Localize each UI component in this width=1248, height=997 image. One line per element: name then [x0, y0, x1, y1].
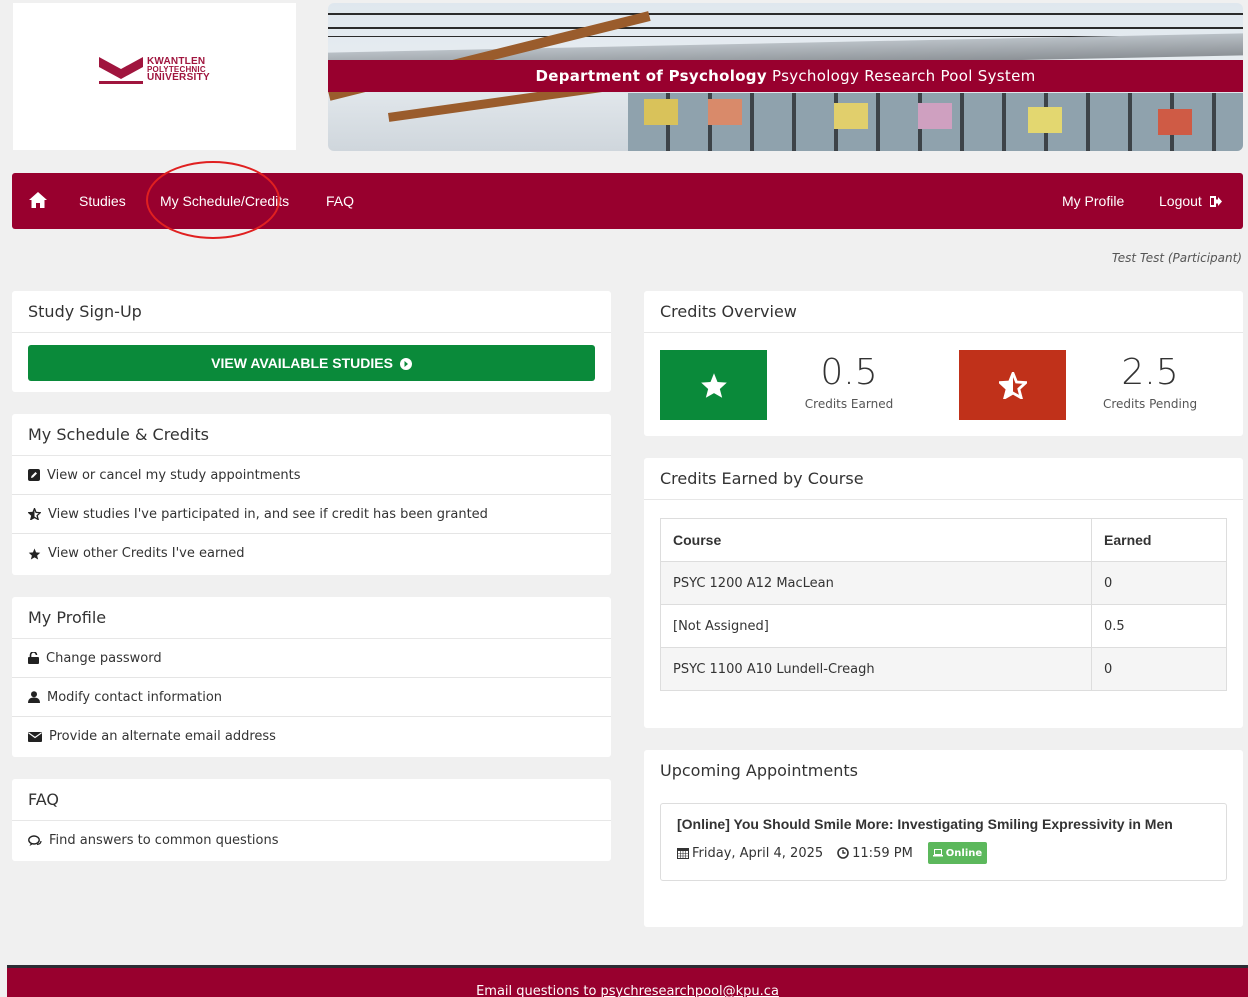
table-row: PSYC 1100 A10 Lundell-Creagh 0: [660, 647, 1227, 691]
nav-my-profile[interactable]: My Profile: [1062, 173, 1124, 229]
envelope-icon: [28, 731, 42, 742]
upcoming-appointments-title: Upcoming Appointments: [660, 761, 858, 780]
table-cell-earned: 0.5: [1091, 604, 1227, 648]
kpu-logo-mark: [99, 57, 143, 84]
table-header-row: Course Earned: [660, 518, 1227, 562]
view-other-credits-link[interactable]: View other Credits I've earned: [12, 534, 611, 573]
credits-overview-title: Credits Overview: [644, 291, 1243, 333]
logo-line-3: UNIVERSITY: [147, 72, 211, 83]
unlock-icon: [28, 652, 39, 664]
table-cell-course: PSYC 1200 A12 MacLean: [660, 561, 1092, 605]
faq-title: FAQ: [12, 779, 611, 821]
view-available-studies-button[interactable]: VIEW AVAILABLE STUDIES: [28, 345, 595, 381]
appointment-title[interactable]: [Online] You Should Smile More: Investig…: [677, 816, 1173, 832]
appointment-meta: Friday, April 4, 2025 11:59 PM Online: [677, 842, 988, 864]
banner-system: Psychology Research Pool System: [772, 67, 1036, 85]
user-icon: [28, 691, 40, 703]
study-signup-panel: Study Sign-Up VIEW AVAILABLE STUDIES: [12, 291, 611, 392]
appointment-time: 11:59 PM: [852, 845, 913, 861]
schedule-credits-title: My Schedule & Credits: [12, 414, 611, 456]
alternate-email-link[interactable]: Provide an alternate email address: [12, 717, 611, 756]
banner-wire: [328, 13, 1243, 15]
clock-icon: [837, 847, 849, 859]
banner-wire: [328, 27, 1243, 29]
schedule-item-label: View studies I've participated in, and s…: [48, 506, 488, 522]
view-cancel-appointments-link[interactable]: View or cancel my study appointments: [12, 456, 611, 495]
table-row: PSYC 1200 A12 MacLean 0: [660, 561, 1227, 605]
online-badge-label: Online: [945, 847, 983, 859]
faq-item-label: Find answers to common questions: [49, 833, 279, 848]
table-cell-course: PSYC 1100 A10 Lundell-Creagh: [660, 647, 1092, 691]
banner-pane: [644, 99, 678, 125]
header-banner: Department of Psychology Psychology Rese…: [328, 3, 1243, 151]
banner-title-bar: Department of Psychology Psychology Rese…: [328, 60, 1243, 92]
profile-item-label: Provide an alternate email address: [49, 729, 276, 744]
half-star-icon: [998, 371, 1027, 399]
my-profile-title: My Profile: [12, 597, 611, 639]
table-cell-earned: 0: [1091, 647, 1227, 691]
schedule-item-label: View or cancel my study appointments: [47, 467, 301, 483]
table-cell-course: [Not Assigned]: [660, 604, 1092, 648]
banner-pane: [1028, 107, 1062, 133]
schedule-credits-panel: My Schedule & Credits View or cancel my …: [12, 414, 611, 575]
upcoming-appointments-panel: Upcoming Appointments [Online] You Shoul…: [644, 750, 1243, 927]
star-icon: [700, 372, 727, 398]
edit-icon: [28, 469, 40, 481]
home-icon[interactable]: [29, 192, 47, 211]
view-participated-studies-link[interactable]: View studies I've participated in, and s…: [12, 495, 611, 534]
faq-find-answers-link[interactable]: Find answers to common questions: [12, 821, 611, 860]
appointment-card[interactable]: [Online] You Should Smile More: Investig…: [660, 803, 1227, 881]
faq-panel: FAQ Find answers to common questions: [12, 779, 611, 861]
banner-pane: [918, 103, 952, 129]
modify-contact-link[interactable]: Modify contact information: [12, 678, 611, 717]
banner-dept: Department of Psychology: [535, 67, 767, 85]
credits-by-course-panel: Credits Earned by Course Course Earned P…: [644, 458, 1243, 728]
main-navbar: Studies My Schedule/Credits FAQ My Profi…: [12, 173, 1243, 229]
schedule-item-label: View other Credits I've earned: [48, 546, 245, 561]
nav-logout-label: Logout: [1159, 193, 1202, 209]
footer-text: Email questions to: [476, 984, 601, 997]
my-profile-panel: My Profile Change password Modify contac…: [12, 597, 611, 757]
credits-overview-panel: Credits Overview 0.5 Credits Earned 2.5 …: [644, 291, 1243, 436]
half-star-icon: [28, 508, 41, 520]
laptop-icon: [932, 849, 943, 857]
comments-icon: [28, 834, 42, 846]
view-available-studies-label: VIEW AVAILABLE STUDIES: [211, 355, 393, 371]
credits-pending-value: 2.5: [1121, 352, 1179, 393]
appointment-date: Friday, April 4, 2025: [692, 845, 824, 861]
profile-item-label: Modify contact information: [47, 689, 223, 705]
banner-pane: [1158, 109, 1192, 135]
online-badge: Online: [927, 842, 988, 864]
star-icon: [28, 548, 41, 559]
credits-by-course-title: Credits Earned by Course: [644, 458, 1243, 500]
nav-faq[interactable]: FAQ: [326, 173, 354, 229]
nav-logout[interactable]: Logout: [1159, 173, 1222, 229]
calendar-icon: [677, 848, 689, 859]
column-header-earned: Earned: [1091, 518, 1227, 562]
study-signup-title: Study Sign-Up: [12, 291, 611, 333]
change-password-link[interactable]: Change password: [12, 639, 611, 678]
sign-out-icon: [1208, 196, 1222, 207]
arrow-circle-right-icon: [399, 358, 412, 370]
table-cell-earned: 0: [1091, 561, 1227, 605]
credits-pending-box: [959, 350, 1066, 420]
credits-pending-label: Credits Pending: [1102, 397, 1198, 411]
current-user-label: Test Test (Participant): [1111, 251, 1242, 265]
table-row: [Not Assigned] 0.5: [660, 604, 1227, 648]
nav-my-schedule-credits[interactable]: My Schedule/Credits: [160, 173, 289, 229]
banner-pane: [834, 103, 868, 129]
kpu-logo[interactable]: KWANTLEN POLYTECHNIC UNIVERSITY: [99, 55, 210, 85]
credits-by-course-table: Course Earned PSYC 1200 A12 MacLean 0 [N…: [660, 518, 1227, 691]
credits-earned-value: 0.5: [820, 352, 878, 393]
logo-box: KWANTLEN POLYTECHNIC UNIVERSITY: [13, 3, 296, 150]
page-footer: Email questions to psychresearchpool@kpu…: [7, 965, 1248, 997]
nav-studies[interactable]: Studies: [79, 173, 126, 229]
credits-earned-box: [660, 350, 767, 420]
credits-earned-label: Credits Earned: [804, 397, 894, 411]
profile-item-label: Change password: [46, 650, 162, 666]
footer-email-link[interactable]: psychresearchpool@kpu.ca: [601, 984, 779, 997]
banner-pane: [708, 99, 742, 125]
column-header-course: Course: [660, 518, 1092, 562]
